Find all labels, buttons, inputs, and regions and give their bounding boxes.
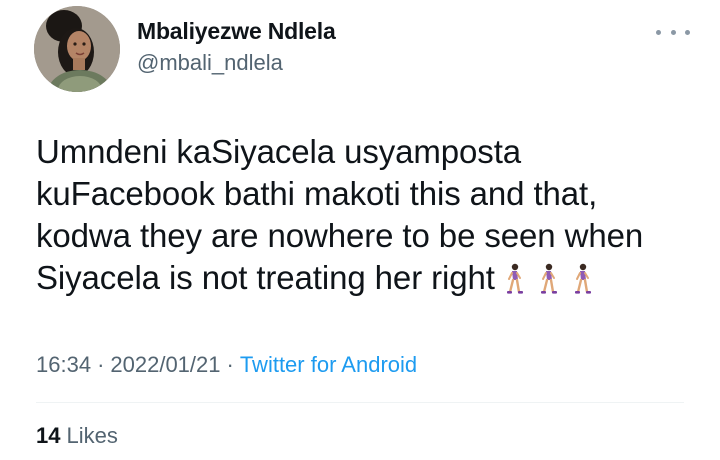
woman-walking-icon [540, 263, 557, 294]
meta-separator: · [97, 352, 105, 377]
tweet-line: Siyacela is not treating her right [36, 259, 495, 296]
tweet-metadata: 16:34 · 2022/01/21 · Twitter for Android [36, 352, 417, 378]
tweet-line: Umndeni kaSiyacela usyamposta [36, 133, 522, 170]
divider [36, 402, 684, 403]
author-display-name[interactable]: Mbaliyezwe Ndlela [137, 18, 336, 45]
tweet-card: Mbaliyezwe Ndlela @mbali_ndlela Umndeni … [0, 0, 720, 460]
likes-count: 14 [36, 423, 61, 448]
woman-walking-icon [506, 263, 523, 294]
meta-separator: · [226, 352, 234, 377]
emoji-group [495, 259, 593, 296]
more-dot [656, 29, 661, 35]
author-handle[interactable]: @mbali_ndlela [137, 50, 283, 76]
more-dot [670, 29, 676, 35]
tweet-line: kuFacebook bathi makoti this and that, [36, 175, 598, 212]
tweet-time[interactable]: 16:34 [36, 352, 91, 377]
tweet-line: kodwa they are nowhere to be seen when [36, 217, 644, 254]
profile-photo-icon [34, 6, 120, 92]
avatar[interactable] [34, 6, 120, 92]
woman-walking-icon [574, 263, 591, 294]
tweet-date[interactable]: 2022/01/21 [110, 352, 220, 377]
more-dot [685, 29, 690, 35]
more-options-icon[interactable] [656, 22, 690, 42]
likes-label: Likes [66, 423, 118, 448]
likes-stat[interactable]: 14 Likes [36, 423, 118, 449]
tweet-last-line: Siyacela is not treating her right [36, 257, 706, 299]
tweet-text: Umndeni kaSiyacela usyamposta kuFacebook… [36, 131, 706, 299]
tweet-source-link[interactable]: Twitter for Android [240, 352, 417, 377]
